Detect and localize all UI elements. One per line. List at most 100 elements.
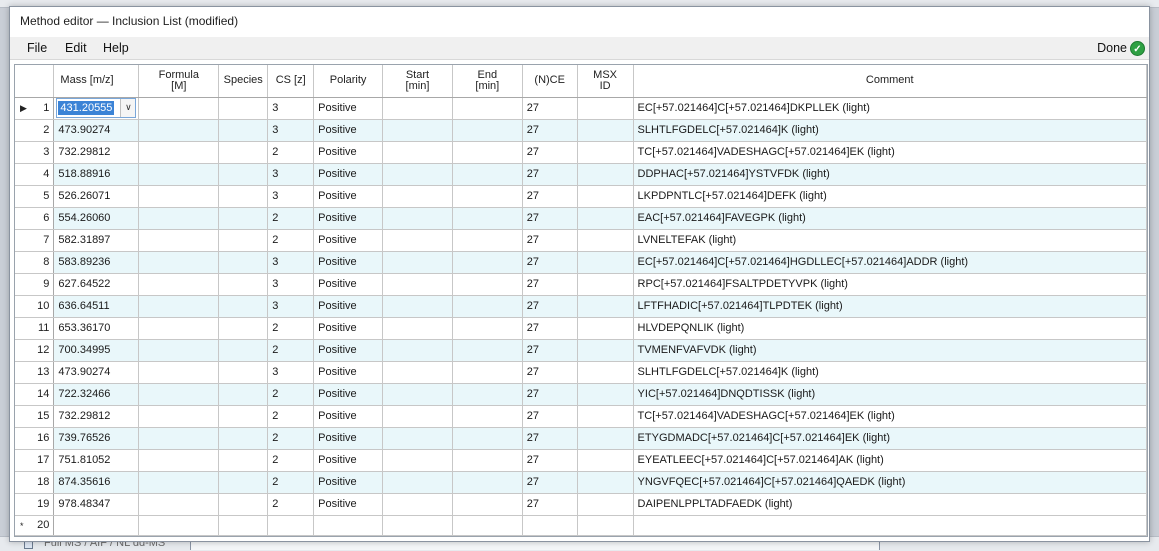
end-cell[interactable] [452, 405, 523, 428]
polarity-cell[interactable]: Positive [313, 185, 384, 208]
comment-cell[interactable]: LVNELTEFAK (light) [633, 229, 1148, 252]
checkmark-icon[interactable]: ✓ [1130, 41, 1145, 56]
formula-cell[interactable] [138, 185, 220, 208]
mass-cell[interactable]: 583.89236 [53, 251, 140, 274]
col-comment-header[interactable]: Comment [633, 65, 1148, 98]
msx-id-cell[interactable] [577, 251, 634, 274]
comment-cell[interactable]: TC[+57.021464]VADESHAGC[+57.021464]EK (l… [633, 141, 1148, 164]
nce-cell[interactable]: 27 [522, 339, 578, 362]
row-header[interactable]: 5 [15, 185, 55, 208]
menu-file[interactable]: File [27, 41, 47, 55]
table-row[interactable]: 3 732.29812 2 Positive 27 TC[+57.021464]VADES… [15, 141, 1148, 164]
start-cell[interactable] [382, 405, 453, 428]
end-cell[interactable] [452, 339, 523, 362]
nce-cell[interactable]: 27 [522, 405, 578, 428]
empty-cell[interactable] [313, 515, 384, 536]
mass-cell[interactable]: 431.20555 ∨ [53, 97, 140, 120]
formula-cell[interactable] [138, 317, 220, 340]
species-cell[interactable] [218, 229, 269, 252]
species-cell[interactable] [218, 273, 269, 296]
table-row[interactable]: 17 751.81052 2 Positive 27 EYEATLEEC[+57.0214… [15, 449, 1148, 472]
nce-cell[interactable]: 27 [522, 207, 578, 230]
species-cell[interactable] [218, 97, 269, 120]
comment-cell[interactable]: DDPHAC[+57.021464]YSTVFDK (light) [633, 163, 1148, 186]
start-cell[interactable] [382, 295, 453, 318]
cs-cell[interactable]: 2 [267, 207, 315, 230]
species-cell[interactable] [218, 339, 269, 362]
mass-cell[interactable]: 739.76526 [53, 427, 140, 450]
nce-cell[interactable]: 27 [522, 383, 578, 406]
polarity-cell[interactable]: Positive [313, 317, 384, 340]
polarity-cell[interactable]: Positive [313, 273, 384, 296]
cs-cell[interactable]: 2 [267, 449, 315, 472]
table-row[interactable]: 19 978.48347 2 Positive 27 DAIPENLPPLTADFAEDK… [15, 493, 1148, 516]
mass-cell[interactable]: 722.32466 [53, 383, 140, 406]
polarity-cell[interactable]: Positive [313, 229, 384, 252]
empty-cell[interactable] [382, 515, 453, 536]
row-header[interactable]: 12 [15, 339, 55, 362]
chevron-down-icon[interactable]: ∨ [120, 99, 136, 117]
start-cell[interactable] [382, 317, 453, 340]
cs-cell[interactable]: 2 [267, 317, 315, 340]
mass-cell[interactable]: 473.90274 [53, 361, 140, 384]
nce-cell[interactable]: 27 [522, 273, 578, 296]
cs-cell[interactable]: 2 [267, 493, 315, 516]
cs-cell[interactable]: 3 [267, 251, 315, 274]
cs-cell[interactable]: 2 [267, 339, 315, 362]
comment-cell[interactable]: LFTFHADIC[+57.021464]TLPDTEK (light) [633, 295, 1148, 318]
formula-cell[interactable] [138, 427, 220, 450]
row-header[interactable]: 6 [15, 207, 55, 230]
formula-cell[interactable] [138, 295, 220, 318]
cs-cell[interactable]: 3 [267, 119, 315, 142]
start-cell[interactable] [382, 427, 453, 450]
empty-cell[interactable] [218, 515, 269, 536]
species-cell[interactable] [218, 119, 269, 142]
row-header[interactable]: 10 [15, 295, 55, 318]
formula-cell[interactable] [138, 141, 220, 164]
row-header[interactable]: 13 [15, 361, 55, 384]
row-header[interactable]: 19 [15, 493, 55, 516]
table-row[interactable]: 15 732.29812 2 Positive 27 TC[+57.021464]VADE… [15, 405, 1148, 428]
table-row[interactable]: 8 583.89236 3 Positive 27 EC[+57.021464]C[+57… [15, 251, 1148, 274]
table-row[interactable]: 13 473.90274 3 Positive 27 SLHTLFGDELC[+57.02… [15, 361, 1148, 384]
start-cell[interactable] [382, 361, 453, 384]
comment-cell[interactable]: EC[+57.021464]C[+57.021464]DKPLLEK (ligh… [633, 97, 1148, 120]
end-cell[interactable] [452, 383, 523, 406]
mass-cell[interactable]: 732.29812 [53, 141, 140, 164]
nce-cell[interactable]: 27 [522, 163, 578, 186]
corner-header[interactable] [15, 65, 55, 98]
row-header[interactable]: 11 [15, 317, 55, 340]
cs-cell[interactable]: 2 [267, 405, 315, 428]
cs-cell[interactable]: 3 [267, 295, 315, 318]
nce-cell[interactable]: 27 [522, 361, 578, 384]
cs-cell[interactable]: 2 [267, 427, 315, 450]
start-cell[interactable] [382, 207, 453, 230]
end-cell[interactable] [452, 471, 523, 494]
table-row[interactable]: 16 739.76526 2 Positive 27 ETYGDMADC[+57.0214… [15, 427, 1148, 450]
polarity-cell[interactable]: Positive [313, 471, 384, 494]
start-cell[interactable] [382, 449, 453, 472]
menu-edit[interactable]: Edit [65, 41, 87, 55]
cs-cell[interactable]: 2 [267, 471, 315, 494]
nce-cell[interactable]: 27 [522, 295, 578, 318]
mass-cell[interactable]: 732.29812 [53, 405, 140, 428]
row-header[interactable]: 4 [15, 163, 55, 186]
species-cell[interactable] [218, 471, 269, 494]
empty-cell[interactable] [138, 515, 220, 536]
polarity-cell[interactable]: Positive [313, 141, 384, 164]
table-row[interactable]: 14 722.32466 2 Positive 27 YIC[+57.021464]DNQ… [15, 383, 1148, 406]
table-row[interactable]: 11 653.36170 2 Positive 27 HLVDEPQNLIK (light… [15, 317, 1148, 340]
row-header[interactable]: 17 [15, 449, 55, 472]
mass-cell[interactable]: 518.88916 [53, 163, 140, 186]
polarity-cell[interactable]: Positive [313, 339, 384, 362]
row-header[interactable]: 3 [15, 141, 55, 164]
row-header[interactable]: 2 [15, 119, 55, 142]
comment-cell[interactable]: DAIPENLPPLTADFAEDK (light) [633, 493, 1148, 516]
end-cell[interactable] [452, 251, 523, 274]
species-cell[interactable] [218, 163, 269, 186]
msx-id-cell[interactable] [577, 229, 634, 252]
formula-cell[interactable] [138, 471, 220, 494]
end-cell[interactable] [452, 273, 523, 296]
table-row[interactable]: 12 700.34995 2 Positive 27 TVMENFVAFVDK (ligh… [15, 339, 1148, 362]
row-header[interactable]: 9 [15, 273, 55, 296]
